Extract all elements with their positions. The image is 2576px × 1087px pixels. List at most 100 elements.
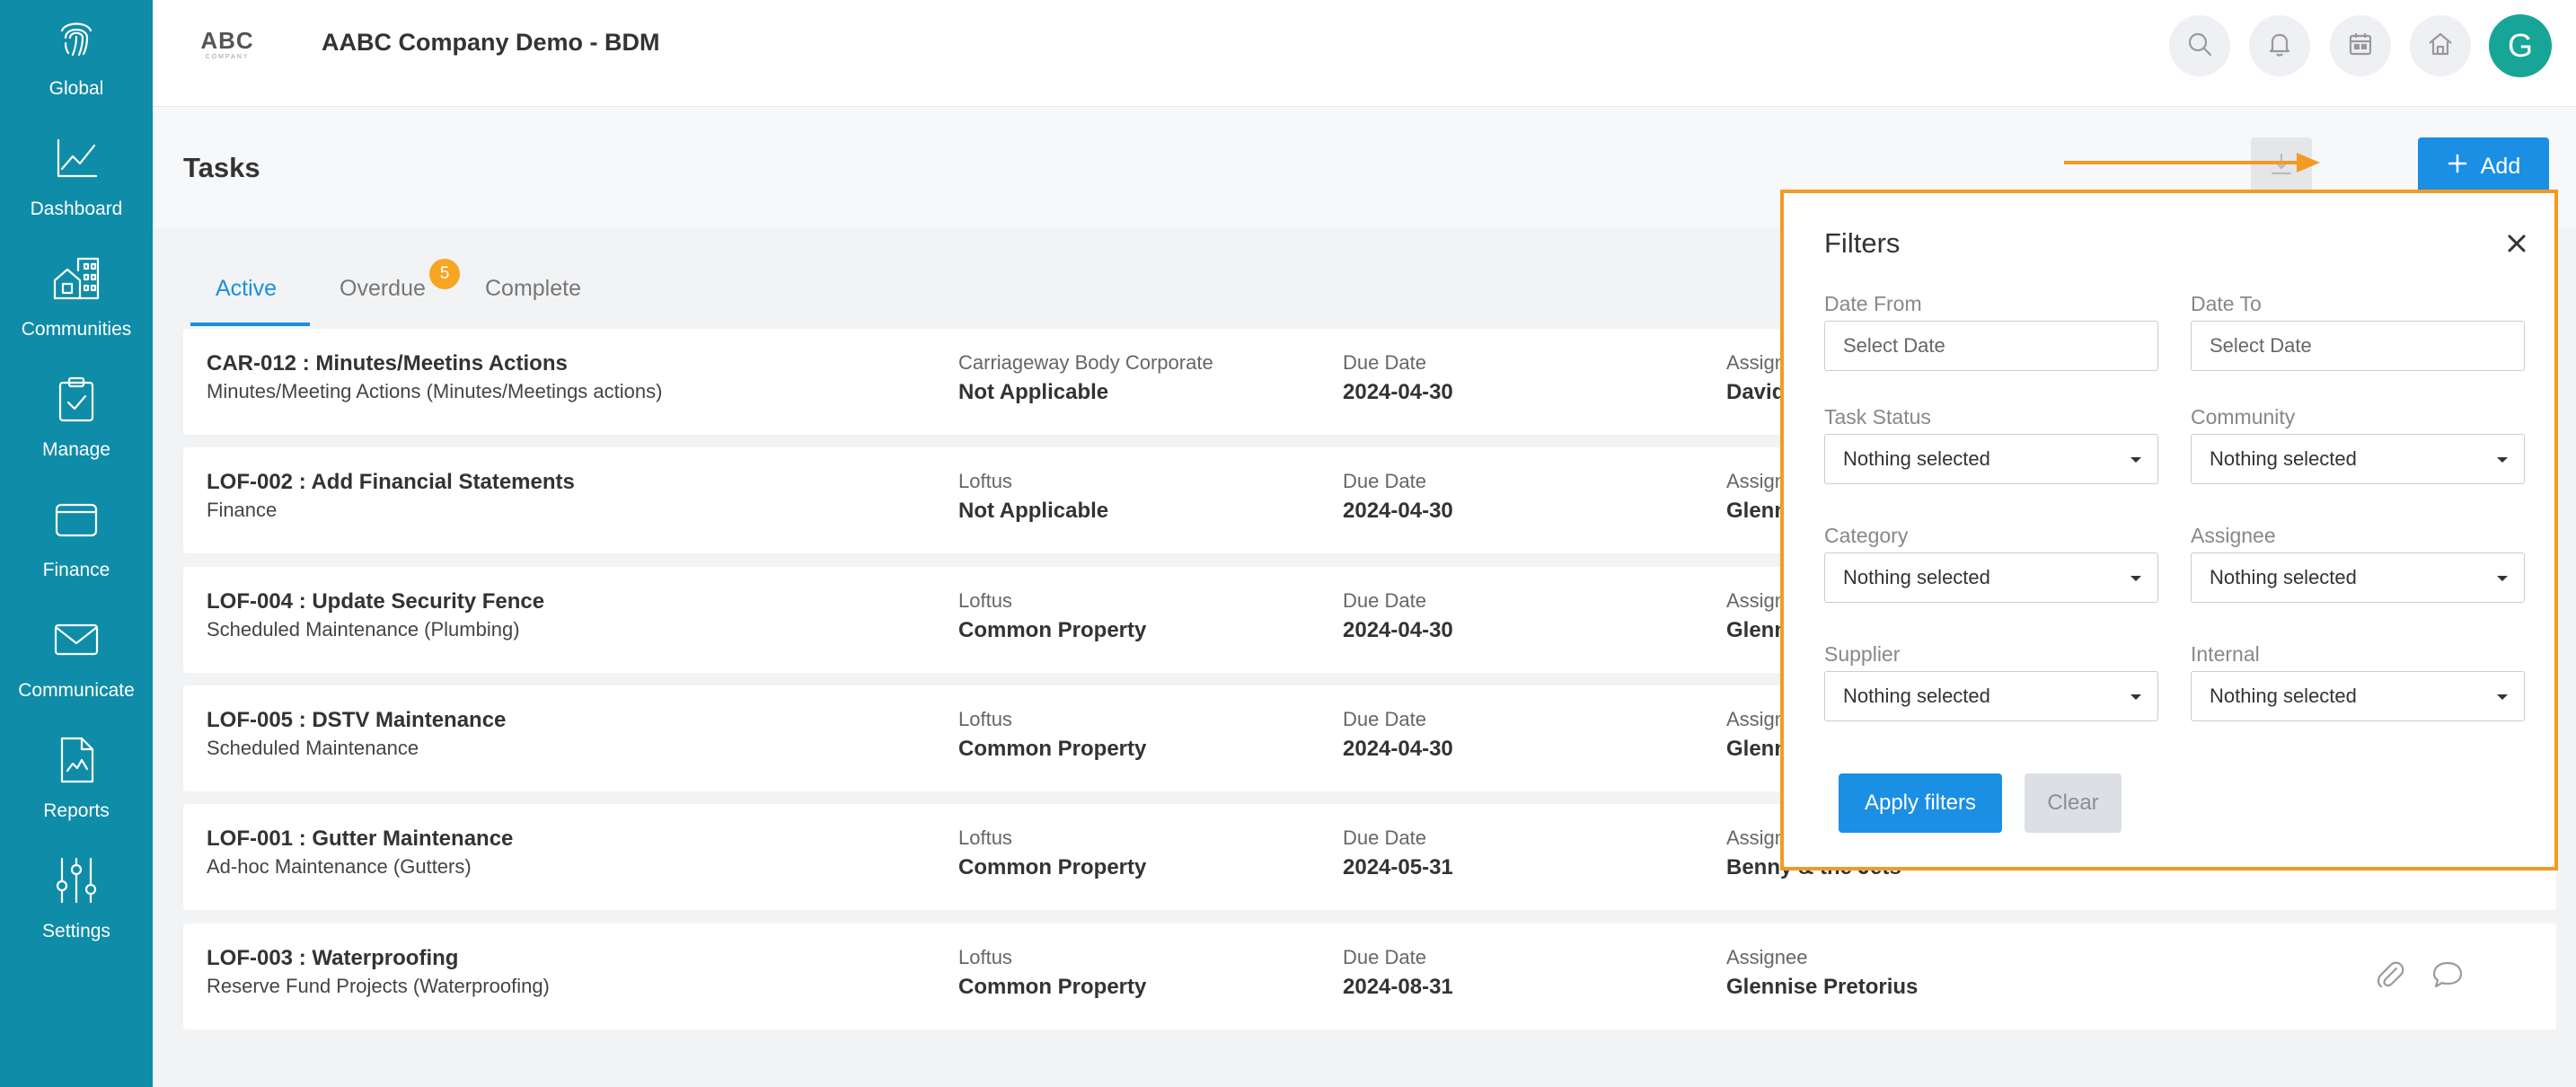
task-assignee: David [1726,380,1786,404]
internal-select[interactable]: Nothing selected [2191,671,2525,721]
task-due-date: 2024-08-31 [1343,975,1453,999]
task-title: LOF-004 : Update Security Fence [207,589,545,614]
task-due-date: 2024-04-30 [1343,618,1453,642]
task-title: LOF-003 : Waterproofing [207,946,459,970]
calendar-icon [2346,30,2375,63]
due-date-label: Due Date [1343,946,1426,968]
task-title: LOF-002 : Add Financial Statements [207,470,575,494]
task-due-date: 2024-05-31 [1343,855,1453,879]
date-to-label: Date To [2191,292,2262,315]
download-icon [2267,150,2296,183]
caret-down-icon [2497,457,2508,463]
supplier-label: Supplier [1824,642,1901,666]
user-avatar[interactable]: G [2489,14,2552,77]
clear-filters-button[interactable]: Clear [2025,773,2122,833]
wallet-icon [51,494,101,549]
sidebar-item-label: Communities [21,319,132,340]
task-due-date: 2024-04-30 [1343,380,1453,404]
caret-down-icon [2497,694,2508,700]
assignee-select[interactable]: Nothing selected [2191,552,2525,603]
sidebar-item-global[interactable]: Global [0,13,153,120]
due-date-label: Due Date [1343,708,1426,730]
community-value: Nothing selected [2210,447,2357,470]
sidebar-item-dashboard[interactable]: Dashboard [0,133,153,241]
task-community: Loftus [958,708,1012,730]
task-property: Common Property [958,855,1147,879]
filters-panel: Filters Date From Date To Task Status No… [1780,190,2558,870]
task-category: Minutes/Meeting Actions (Minutes/Meeting… [207,380,663,402]
task-status-label: Task Status [1824,405,1931,429]
caret-down-icon [2130,694,2141,700]
task-community: Loftus [958,946,1012,968]
page-title: Tasks [183,152,260,183]
tab-active[interactable]: Active [216,276,277,302]
company-logo[interactable]: ABC COMPANY [198,27,257,63]
task-status-select[interactable]: Nothing selected [1824,434,2158,484]
caret-down-icon [2130,457,2141,463]
task-community: Loftus [958,470,1012,492]
task-category: Scheduled Maintenance [207,737,419,759]
date-to-input[interactable] [2191,321,2525,371]
sidebar-item-reports[interactable]: Reports [0,735,153,843]
sidebar-item-finance[interactable]: Finance [0,494,153,602]
envelope-icon [51,614,101,669]
sidebar-item-manage[interactable]: Manage [0,374,153,482]
close-icon[interactable] [2504,231,2529,256]
report-document-icon [51,735,101,790]
sliders-icon [51,855,101,910]
task-category: Reserve Fund Projects (Waterproofing) [207,975,550,997]
sidebar-item-communities[interactable]: Communities [0,253,153,361]
task-status-value: Nothing selected [1843,447,1990,470]
date-from-input[interactable] [1824,321,2158,371]
apply-filters-button[interactable]: Apply filters [1839,773,2002,833]
task-community: Loftus [958,589,1012,612]
task-row[interactable]: LOF-003 : Waterproofing Reserve Fund Pro… [183,924,2556,1030]
task-assignee: Glennise Pretorius [1726,975,1919,999]
line-chart-icon [51,133,101,188]
home-icon [2426,30,2455,63]
search-button[interactable] [2169,15,2230,76]
clipboard-check-icon [51,374,101,429]
comment-icon[interactable] [2430,958,2466,994]
tab-overdue[interactable]: Overdue [340,276,426,302]
task-title: CAR-012 : Minutes/Meetins Actions [207,351,568,376]
sidebar-item-settings[interactable]: Settings [0,855,153,963]
sidebar: Global Dashboard Communities Manage Fina… [0,0,153,1087]
sidebar-item-communicate[interactable]: Communicate [0,614,153,722]
task-community: Loftus [958,826,1012,849]
category-label: Category [1824,524,1909,547]
category-value: Nothing selected [1843,566,1990,588]
notifications-button[interactable] [2249,15,2310,76]
community-select[interactable]: Nothing selected [2191,434,2525,484]
task-category: Ad-hoc Maintenance (Gutters) [207,855,472,878]
caret-down-icon [2130,576,2141,581]
sidebar-item-label: Settings [42,921,110,941]
company-name: AABC Company Demo - BDM [322,29,660,56]
tab-active-indicator [190,323,310,326]
attachment-icon[interactable] [2373,958,2409,994]
tab-complete[interactable]: Complete [485,276,581,302]
task-title: LOF-005 : DSTV Maintenance [207,708,507,732]
category-select[interactable]: Nothing selected [1824,552,2158,603]
home-button[interactable] [2410,15,2471,76]
supplier-select[interactable]: Nothing selected [1824,671,2158,721]
annotation-arrow-head [2297,153,2320,172]
internal-label: Internal [2191,642,2260,666]
task-title: LOF-001 : Gutter Maintenance [207,826,514,851]
avatar-initial: G [2507,27,2533,64]
fingerprint-icon [51,13,101,67]
due-date-label: Due Date [1343,826,1426,849]
internal-value: Nothing selected [2210,685,2357,707]
add-task-button[interactable]: Add [2418,137,2549,195]
overdue-count-badge: 5 [429,259,460,289]
task-due-date: 2024-04-30 [1343,737,1453,761]
caret-down-icon [2497,576,2508,581]
assignee-label: Assignee [1726,946,1808,968]
calendar-button[interactable] [2330,15,2391,76]
task-property: Not Applicable [958,380,1109,404]
task-property: Common Property [958,975,1147,999]
search-icon [2185,30,2214,63]
due-date-label: Due Date [1343,351,1426,374]
sidebar-item-label: Communicate [18,680,135,701]
bell-icon [2265,30,2294,63]
